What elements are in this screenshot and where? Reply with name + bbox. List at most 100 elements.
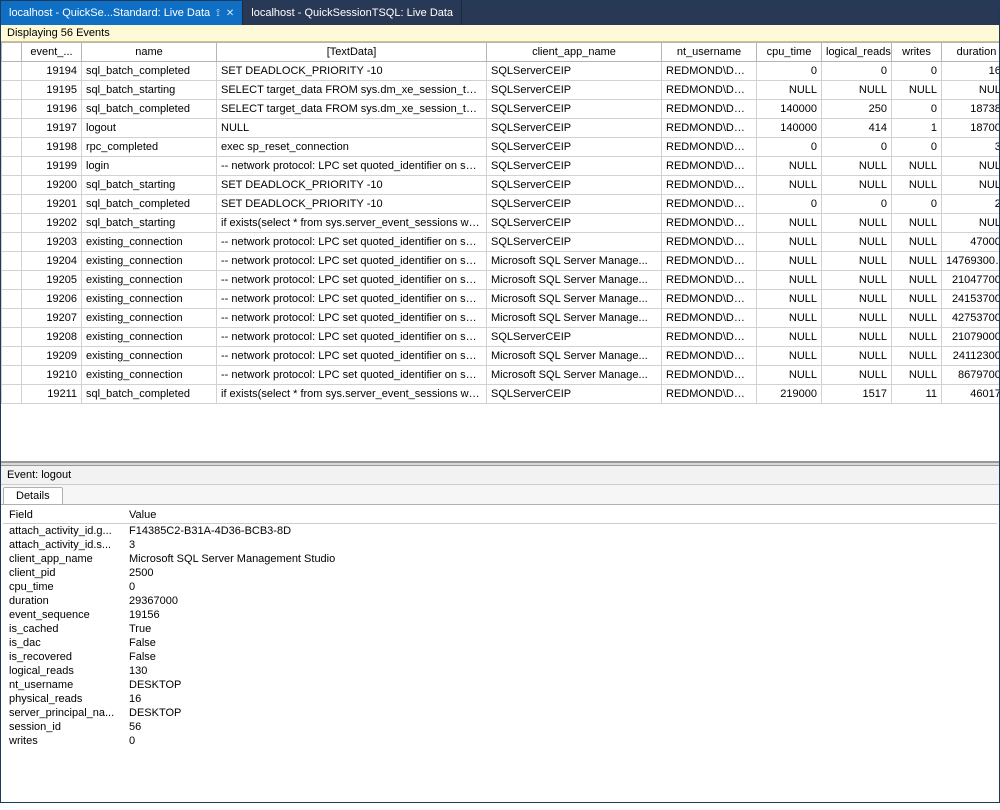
table-row[interactable]: 19207existing_connection-- network proto… (2, 309, 1000, 328)
col-writes[interactable]: writes (892, 43, 942, 62)
details-row[interactable]: client_pid2500 (3, 566, 997, 580)
col-name[interactable]: name (82, 43, 217, 62)
details-row[interactable]: client_app_nameMicrosoft SQL Server Mana… (3, 552, 997, 566)
cell-cpu: NULL (757, 347, 822, 366)
row-selector[interactable] (2, 366, 22, 385)
cell-reads: NULL (822, 271, 892, 290)
details-row[interactable]: physical_reads16 (3, 692, 997, 706)
row-selector[interactable] (2, 100, 22, 119)
detail-field: is_cached (3, 622, 123, 636)
details-body[interactable]: Field Value attach_activity_id.g...F1438… (1, 505, 999, 810)
details-row[interactable]: cpu_time0 (3, 580, 997, 594)
table-row[interactable]: 19208existing_connection-- network proto… (2, 328, 1000, 347)
cell-user: REDMOND\DES... (662, 100, 757, 119)
row-selector[interactable] (2, 195, 22, 214)
cell-app: Microsoft SQL Server Manage... (487, 271, 662, 290)
cell-name: sql_batch_completed (82, 100, 217, 119)
col-logical-reads[interactable]: logical_reads (822, 43, 892, 62)
col-client-app[interactable]: client_app_name (487, 43, 662, 62)
cell-dur: NULL (942, 81, 1000, 100)
cell-reads: NULL (822, 214, 892, 233)
detail-field: is_dac (3, 636, 123, 650)
row-selector[interactable] (2, 252, 22, 271)
details-col-value[interactable]: Value (123, 507, 997, 524)
row-selector[interactable] (2, 328, 22, 347)
table-row[interactable]: 19194sql_batch_completedSET DEADLOCK_PRI… (2, 62, 1000, 81)
col-nt-username[interactable]: nt_username (662, 43, 757, 62)
details-row[interactable]: nt_usernameDESKTOP (3, 678, 997, 692)
detail-value: Microsoft SQL Server Management Studio (123, 552, 997, 566)
details-row[interactable]: attach_activity_id.g...F14385C2-B31A-4D3… (3, 524, 997, 539)
row-selector[interactable] (2, 271, 22, 290)
cell-textdata: SELECT target_data FROM sys.dm_xe_sessio… (217, 100, 487, 119)
pin-icon[interactable]: ⟟ (216, 8, 220, 19)
table-row[interactable]: 19202sql_batch_startingif exists(select … (2, 214, 1000, 233)
cell-user: REDMOND\DES... (662, 138, 757, 157)
cell-writes: NULL (892, 81, 942, 100)
col-selector[interactable] (2, 43, 22, 62)
tab-livedata-standard[interactable]: localhost - QuickSe...Standard: Live Dat… (1, 1, 243, 25)
table-row[interactable]: 19197logoutNULLSQLServerCEIPREDMOND\DES.… (2, 119, 1000, 138)
details-row[interactable]: duration29367000 (3, 594, 997, 608)
details-row[interactable]: is_recoveredFalse (3, 650, 997, 664)
table-row[interactable]: 19200sql_batch_startingSET DEADLOCK_PRIO… (2, 176, 1000, 195)
cell-textdata: -- network protocol: LPC set quoted_iden… (217, 347, 487, 366)
events-grid[interactable]: event_... name [TextData] client_app_nam… (1, 42, 999, 462)
details-row[interactable]: session_id56 (3, 720, 997, 734)
row-selector[interactable] (2, 119, 22, 138)
cell-dur: NULL (942, 176, 1000, 195)
table-row[interactable]: 19204existing_connection-- network proto… (2, 252, 1000, 271)
row-selector[interactable] (2, 347, 22, 366)
cell-app: Microsoft SQL Server Manage... (487, 347, 662, 366)
table-row[interactable]: 19211sql_batch_completedif exists(select… (2, 385, 1000, 404)
details-row[interactable]: logical_reads130 (3, 664, 997, 678)
cell-seq: 19207 (22, 309, 82, 328)
row-selector[interactable] (2, 214, 22, 233)
col-event-sequence[interactable]: event_... (22, 43, 82, 62)
row-selector[interactable] (2, 233, 22, 252)
cell-writes: 11 (892, 385, 942, 404)
detail-field: physical_reads (3, 692, 123, 706)
col-textdata[interactable]: [TextData] (217, 43, 487, 62)
row-selector[interactable] (2, 309, 22, 328)
table-row[interactable]: 19196sql_batch_completedSELECT target_da… (2, 100, 1000, 119)
row-selector[interactable] (2, 385, 22, 404)
table-row[interactable]: 19203existing_connection-- network proto… (2, 233, 1000, 252)
cell-textdata: SET DEADLOCK_PRIORITY -10 (217, 195, 487, 214)
table-row[interactable]: 19206existing_connection-- network proto… (2, 290, 1000, 309)
cell-writes: NULL (892, 176, 942, 195)
cell-app: Microsoft SQL Server Manage... (487, 366, 662, 385)
table-row[interactable]: 19195sql_batch_startingSELECT target_dat… (2, 81, 1000, 100)
row-selector[interactable] (2, 81, 22, 100)
details-row[interactable]: attach_activity_id.s...3 (3, 538, 997, 552)
details-row[interactable]: event_sequence19156 (3, 608, 997, 622)
details-row[interactable]: is_cachedTrue (3, 622, 997, 636)
cell-name: sql_batch_completed (82, 62, 217, 81)
col-cpu-time[interactable]: cpu_time (757, 43, 822, 62)
table-row[interactable]: 19205existing_connection-- network proto… (2, 271, 1000, 290)
row-selector[interactable] (2, 138, 22, 157)
cell-dur: NULL (942, 214, 1000, 233)
cell-writes: 0 (892, 62, 942, 81)
col-duration[interactable]: duration (942, 43, 1000, 62)
table-row[interactable]: 19209existing_connection-- network proto… (2, 347, 1000, 366)
table-row[interactable]: 19198rpc_completedexec sp_reset_connecti… (2, 138, 1000, 157)
row-selector[interactable] (2, 157, 22, 176)
detail-value: DESKTOP (123, 678, 997, 692)
tab-livedata-tsql[interactable]: localhost - QuickSessionTSQL: Live Data (243, 1, 462, 25)
details-row[interactable]: writes0 (3, 734, 997, 748)
row-selector[interactable] (2, 62, 22, 81)
cell-reads: NULL (822, 233, 892, 252)
details-col-field[interactable]: Field (3, 507, 123, 524)
row-selector[interactable] (2, 290, 22, 309)
close-icon[interactable]: ✕ (226, 8, 234, 19)
table-row[interactable]: 19201sql_batch_completedSET DEADLOCK_PRI… (2, 195, 1000, 214)
cell-reads: NULL (822, 252, 892, 271)
tab-details[interactable]: Details (3, 487, 63, 504)
table-row[interactable]: 19199login-- network protocol: LPC set q… (2, 157, 1000, 176)
row-selector[interactable] (2, 176, 22, 195)
table-row[interactable]: 19210existing_connection-- network proto… (2, 366, 1000, 385)
details-row[interactable]: is_dacFalse (3, 636, 997, 650)
cell-name: existing_connection (82, 233, 217, 252)
details-row[interactable]: server_principal_na...DESKTOP (3, 706, 997, 720)
